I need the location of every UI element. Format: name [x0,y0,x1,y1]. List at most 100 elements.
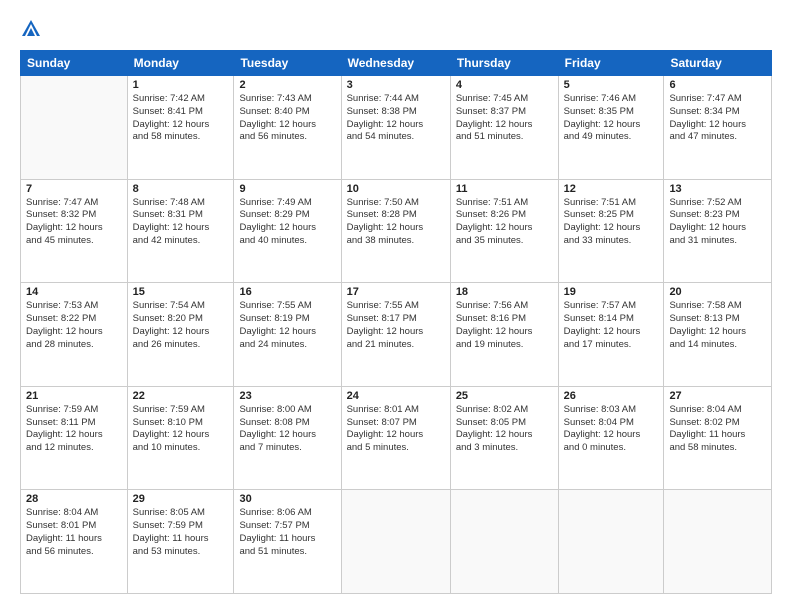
calendar-cell: 7 Sunrise: 7:47 AM Sunset: 8:32 PM Daylig… [21,179,128,283]
day-number: 15 [133,286,229,298]
calendar-cell: 19 Sunrise: 7:57 AM Sunset: 8:14 PM Dayli… [558,283,664,387]
day-info: Sunrise: 7:45 AM Sunset: 8:37 PM Dayligh… [456,93,553,144]
calendar-cell: 1Sunrise: 7:42 AM Sunset: 8:41 PM Daylig… [127,76,234,180]
day-info: Sunrise: 8:04 AM Sunset: 8:01 PM Dayligh… [26,507,122,558]
calendar-cell: 29 Sunrise: 8:05 AM Sunset: 7:59 PM Dayli… [127,490,234,594]
day-number: 21 [26,390,122,402]
calendar-cell: 21 Sunrise: 7:59 AM Sunset: 8:11 PM Dayli… [21,386,128,490]
day-info: Sunrise: 7:49 AM Sunset: 8:29 PM Dayligh… [239,197,335,248]
calendar-cell: 26 Sunrise: 8:03 AM Sunset: 8:04 PM Dayli… [558,386,664,490]
day-info: Sunrise: 7:59 AM Sunset: 8:10 PM Dayligh… [133,404,229,455]
calendar-cell: 28 Sunrise: 8:04 AM Sunset: 8:01 PM Dayli… [21,490,128,594]
logo [20,18,46,40]
day-info: Sunrise: 7:53 AM Sunset: 8:22 PM Dayligh… [26,300,122,351]
page: SundayMondayTuesdayWednesdayThursdayFrid… [0,0,792,612]
day-number: 19 [564,286,659,298]
day-number: 4 [456,79,553,91]
day-number: 17 [347,286,445,298]
day-info: Sunrise: 7:57 AM Sunset: 8:14 PM Dayligh… [564,300,659,351]
day-info: Sunrise: 7:48 AM Sunset: 8:31 PM Dayligh… [133,197,229,248]
week-row-1: 1Sunrise: 7:42 AM Sunset: 8:41 PM Daylig… [21,76,772,180]
calendar-cell [341,490,450,594]
day-info: Sunrise: 7:55 AM Sunset: 8:17 PM Dayligh… [347,300,445,351]
week-row-3: 14 Sunrise: 7:53 AM Sunset: 8:22 PM Dayli… [21,283,772,387]
day-number: 28 [26,493,122,505]
day-number: 23 [239,390,335,402]
day-number: 27 [669,390,766,402]
day-number: 29 [133,493,229,505]
day-info: Sunrise: 8:06 AM Sunset: 7:57 PM Dayligh… [239,507,335,558]
day-number: 5 [564,79,659,91]
day-info: Sunrise: 8:03 AM Sunset: 8:04 PM Dayligh… [564,404,659,455]
calendar-cell [664,490,772,594]
day-info: Sunrise: 7:47 AM Sunset: 8:34 PM Dayligh… [669,93,766,144]
logo-icon [20,18,42,40]
calendar-body: 1Sunrise: 7:42 AM Sunset: 8:41 PM Daylig… [21,76,772,594]
calendar-cell: 16Sunrise: 7:55 AM Sunset: 8:19 PM Dayli… [234,283,341,387]
day-info: Sunrise: 8:00 AM Sunset: 8:08 PM Dayligh… [239,404,335,455]
header-day-friday: Friday [558,51,664,76]
calendar-cell: 15 Sunrise: 7:54 AM Sunset: 8:20 PM Dayli… [127,283,234,387]
day-number: 16 [239,286,335,298]
day-info: Sunrise: 7:56 AM Sunset: 8:16 PM Dayligh… [456,300,553,351]
calendar-cell: 25 Sunrise: 8:02 AM Sunset: 8:05 PM Dayli… [450,386,558,490]
calendar-cell: 14 Sunrise: 7:53 AM Sunset: 8:22 PM Dayli… [21,283,128,387]
day-info: Sunrise: 8:02 AM Sunset: 8:05 PM Dayligh… [456,404,553,455]
calendar-header: SundayMondayTuesdayWednesdayThursdayFrid… [21,51,772,76]
header [20,18,772,40]
day-number: 2 [239,79,335,91]
day-number: 18 [456,286,553,298]
day-info: Sunrise: 7:47 AM Sunset: 8:32 PM Dayligh… [26,197,122,248]
day-number: 25 [456,390,553,402]
day-number: 26 [564,390,659,402]
calendar-cell [21,76,128,180]
day-number: 6 [669,79,766,91]
day-number: 8 [133,183,229,195]
calendar-cell: 6 Sunrise: 7:47 AM Sunset: 8:34 PM Daylig… [664,76,772,180]
header-day-saturday: Saturday [664,51,772,76]
calendar-cell: 24Sunrise: 8:01 AM Sunset: 8:07 PM Dayli… [341,386,450,490]
week-row-5: 28 Sunrise: 8:04 AM Sunset: 8:01 PM Dayli… [21,490,772,594]
day-info: Sunrise: 7:44 AM Sunset: 8:38 PM Dayligh… [347,93,445,144]
day-info: Sunrise: 8:04 AM Sunset: 8:02 PM Dayligh… [669,404,766,455]
calendar-cell: 18 Sunrise: 7:56 AM Sunset: 8:16 PM Dayli… [450,283,558,387]
week-row-4: 21 Sunrise: 7:59 AM Sunset: 8:11 PM Dayli… [21,386,772,490]
day-info: Sunrise: 7:54 AM Sunset: 8:20 PM Dayligh… [133,300,229,351]
day-number: 14 [26,286,122,298]
day-info: Sunrise: 7:59 AM Sunset: 8:11 PM Dayligh… [26,404,122,455]
calendar-cell: 13 Sunrise: 7:52 AM Sunset: 8:23 PM Dayli… [664,179,772,283]
day-info: Sunrise: 7:52 AM Sunset: 8:23 PM Dayligh… [669,197,766,248]
header-day-tuesday: Tuesday [234,51,341,76]
day-number: 3 [347,79,445,91]
day-number: 22 [133,390,229,402]
calendar-cell: 5Sunrise: 7:46 AM Sunset: 8:35 PM Daylig… [558,76,664,180]
header-day-thursday: Thursday [450,51,558,76]
calendar-cell: 12Sunrise: 7:51 AM Sunset: 8:25 PM Dayli… [558,179,664,283]
calendar-cell: 27 Sunrise: 8:04 AM Sunset: 8:02 PM Dayli… [664,386,772,490]
calendar-cell: 2Sunrise: 7:43 AM Sunset: 8:40 PM Daylig… [234,76,341,180]
calendar-cell: 4 Sunrise: 7:45 AM Sunset: 8:37 PM Daylig… [450,76,558,180]
calendar-cell: 23 Sunrise: 8:00 AM Sunset: 8:08 PM Dayli… [234,386,341,490]
day-number: 10 [347,183,445,195]
day-number: 7 [26,183,122,195]
week-row-2: 7 Sunrise: 7:47 AM Sunset: 8:32 PM Daylig… [21,179,772,283]
calendar-cell [558,490,664,594]
calendar-cell: 30Sunrise: 8:06 AM Sunset: 7:57 PM Dayli… [234,490,341,594]
day-info: Sunrise: 8:05 AM Sunset: 7:59 PM Dayligh… [133,507,229,558]
day-info: Sunrise: 8:01 AM Sunset: 8:07 PM Dayligh… [347,404,445,455]
header-row: SundayMondayTuesdayWednesdayThursdayFrid… [21,51,772,76]
day-number: 13 [669,183,766,195]
calendar-cell: 3 Sunrise: 7:44 AM Sunset: 8:38 PM Daylig… [341,76,450,180]
calendar-cell: 10 Sunrise: 7:50 AM Sunset: 8:28 PM Dayli… [341,179,450,283]
day-number: 1 [133,79,229,91]
calendar-cell: 8 Sunrise: 7:48 AM Sunset: 8:31 PM Daylig… [127,179,234,283]
header-day-sunday: Sunday [21,51,128,76]
day-number: 9 [239,183,335,195]
calendar-table: SundayMondayTuesdayWednesdayThursdayFrid… [20,50,772,594]
day-info: Sunrise: 7:50 AM Sunset: 8:28 PM Dayligh… [347,197,445,248]
calendar-cell: 20Sunrise: 7:58 AM Sunset: 8:13 PM Dayli… [664,283,772,387]
calendar-cell [450,490,558,594]
header-day-wednesday: Wednesday [341,51,450,76]
day-number: 12 [564,183,659,195]
calendar-cell: 22 Sunrise: 7:59 AM Sunset: 8:10 PM Dayli… [127,386,234,490]
